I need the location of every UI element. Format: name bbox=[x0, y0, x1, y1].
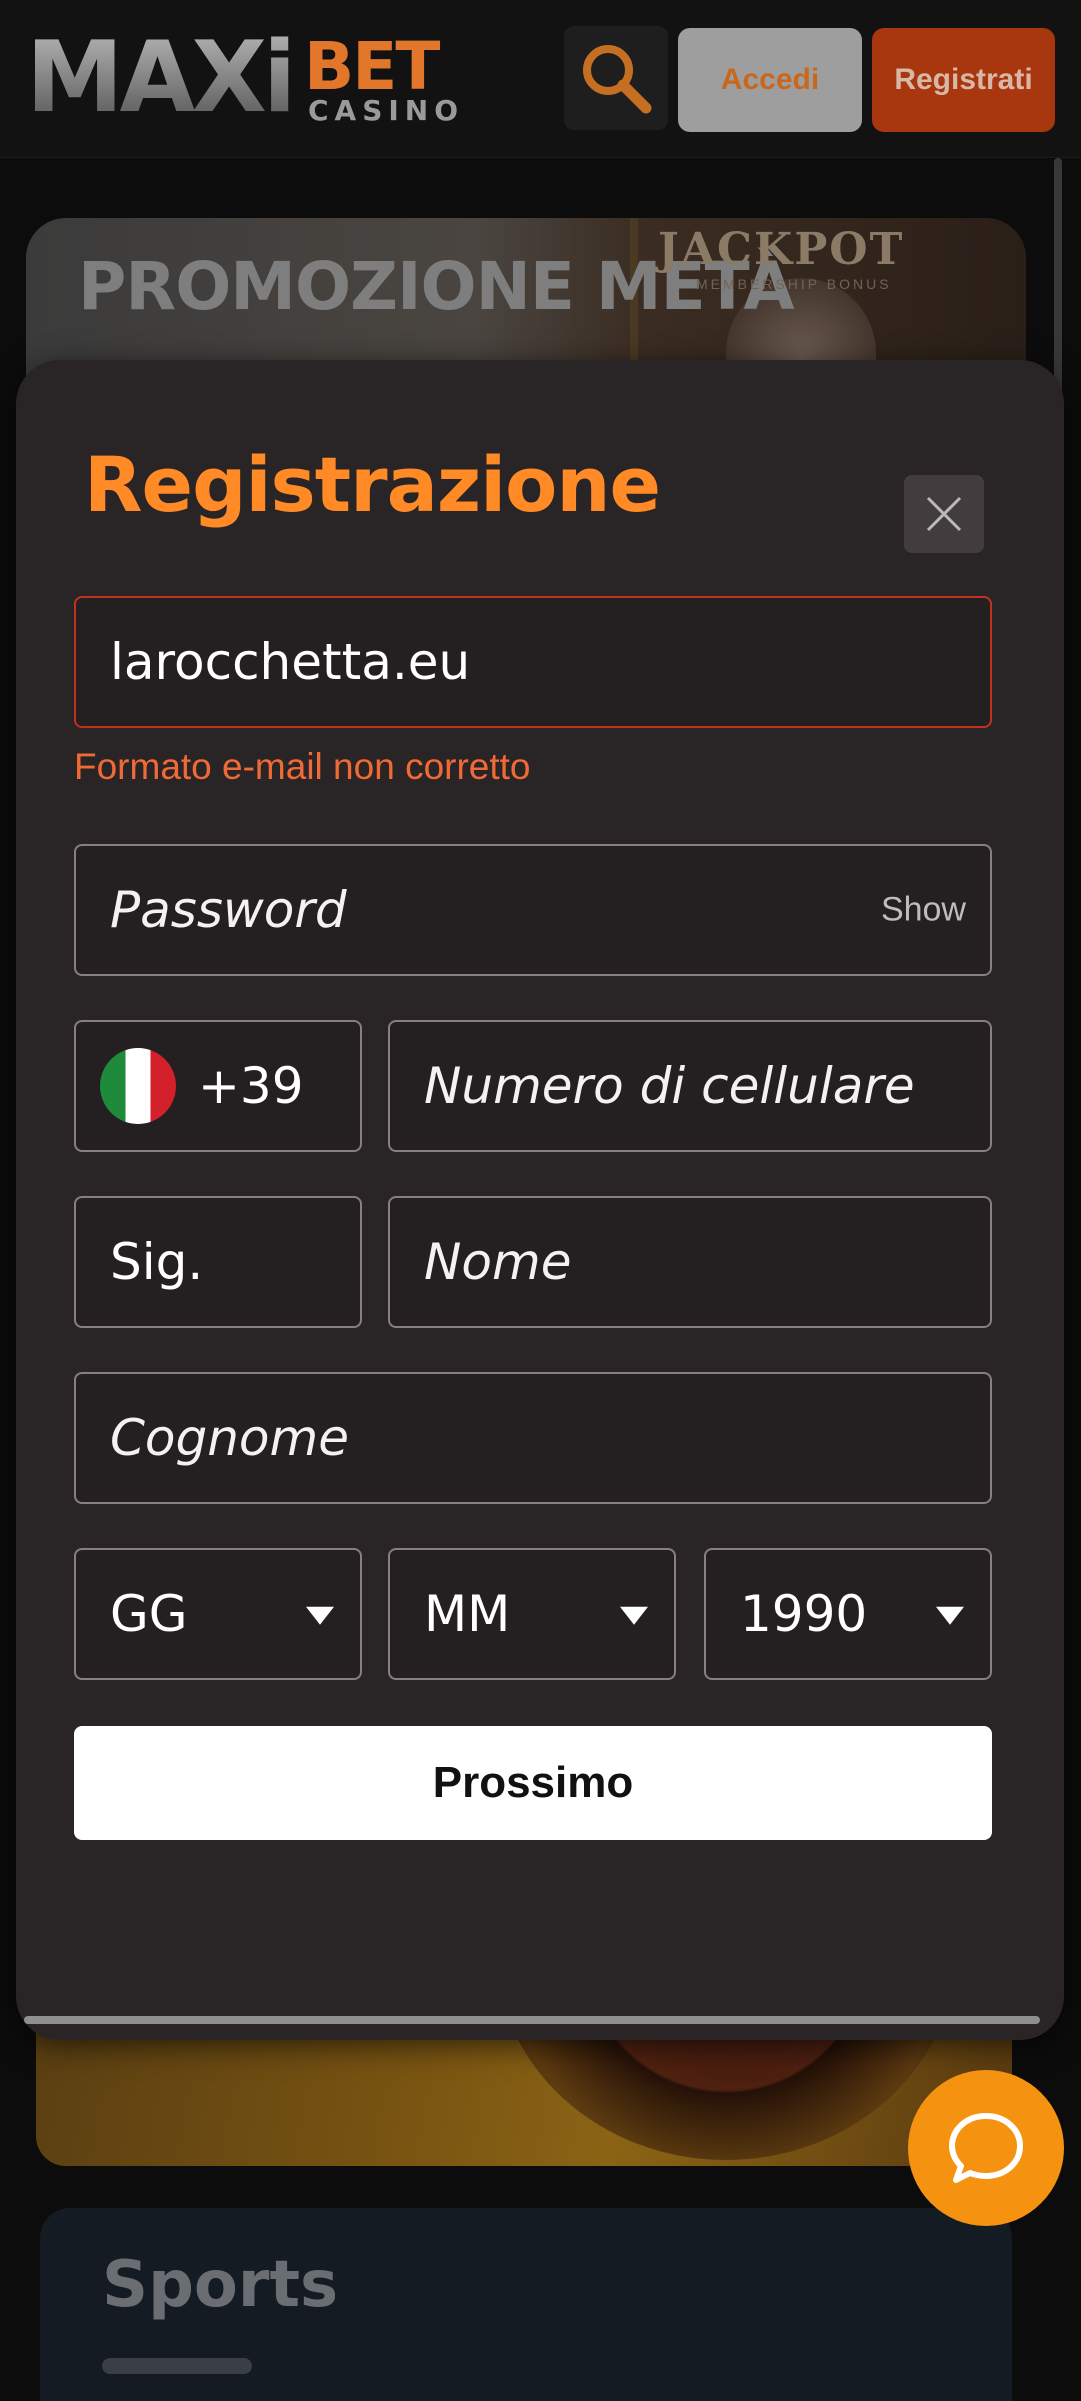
phone-number-input[interactable]: Numero di cellulare bbox=[388, 1020, 992, 1152]
first-name-placeholder: Nome bbox=[424, 1233, 572, 1291]
maxibet-logo[interactable]: MAXi BET CASINO bbox=[26, 21, 458, 135]
birth-month-value: MM bbox=[424, 1585, 511, 1643]
phone-prefix-value: +39 bbox=[198, 1057, 304, 1115]
sports-card[interactable]: Sports bbox=[40, 2208, 1012, 2401]
phone-number-placeholder: Numero di cellulare bbox=[424, 1057, 915, 1115]
jackpot-label: JACKPOT bbox=[658, 224, 905, 275]
birth-day-select[interactable]: GG bbox=[74, 1548, 362, 1680]
last-name-placeholder: Cognome bbox=[110, 1409, 349, 1467]
birth-month-select[interactable]: MM bbox=[388, 1548, 676, 1680]
close-icon bbox=[926, 496, 962, 532]
chevron-down-icon bbox=[620, 1606, 648, 1625]
search-icon bbox=[583, 45, 652, 114]
password-field[interactable]: Password Show bbox=[74, 844, 992, 976]
modal-title: Registrazione bbox=[84, 440, 661, 529]
birth-year-select[interactable]: 1990 bbox=[704, 1548, 992, 1680]
search-button[interactable] bbox=[564, 26, 668, 130]
modal-scrollbar[interactable] bbox=[24, 2016, 1040, 2024]
next-button[interactable]: Prossimo bbox=[74, 1726, 992, 1840]
close-button[interactable] bbox=[904, 475, 984, 553]
password-placeholder: Password bbox=[110, 881, 347, 939]
chevron-down-icon bbox=[936, 1606, 964, 1625]
birth-day-value: GG bbox=[110, 1585, 188, 1643]
sports-title: Sports bbox=[102, 2248, 339, 2322]
phone-prefix-select[interactable]: +39 bbox=[74, 1020, 362, 1152]
birth-year-value: 1990 bbox=[740, 1585, 868, 1643]
sports-subtitle-placeholder bbox=[102, 2358, 252, 2374]
page: MAXi BET CASINO Accedi Registrati PROMOZ… bbox=[0, 0, 1081, 2401]
chevron-down-icon bbox=[306, 1606, 334, 1625]
register-button[interactable]: Registrati bbox=[872, 28, 1055, 132]
first-name-input[interactable]: Nome bbox=[388, 1196, 992, 1328]
logo-casino: CASINO bbox=[308, 94, 465, 127]
jackpot-sub: MEMBERSHIP BONUS bbox=[696, 276, 892, 292]
last-name-input[interactable]: Cognome bbox=[74, 1372, 992, 1504]
top-header: MAXi BET CASINO Accedi Registrati bbox=[0, 0, 1081, 158]
chat-button[interactable] bbox=[908, 2070, 1064, 2226]
salutation-select[interactable]: Sig. bbox=[74, 1196, 362, 1328]
email-field[interactable]: larocchetta.eu bbox=[74, 596, 992, 728]
chat-bubble-icon bbox=[949, 2113, 1023, 2183]
logo-bet: BET bbox=[304, 28, 440, 105]
logo-maxi: MAXi bbox=[26, 21, 297, 135]
salutation-value: Sig. bbox=[110, 1233, 204, 1291]
email-error-message: Formato e-mail non corretto bbox=[74, 746, 531, 787]
email-value: larocchetta.eu bbox=[110, 633, 471, 691]
registration-modal: Registrazione larocchetta.eu Formato e-m… bbox=[16, 360, 1064, 2040]
italy-flag-icon bbox=[100, 1048, 176, 1124]
login-button[interactable]: Accedi bbox=[678, 28, 862, 132]
show-password-toggle[interactable]: Show bbox=[881, 891, 966, 930]
